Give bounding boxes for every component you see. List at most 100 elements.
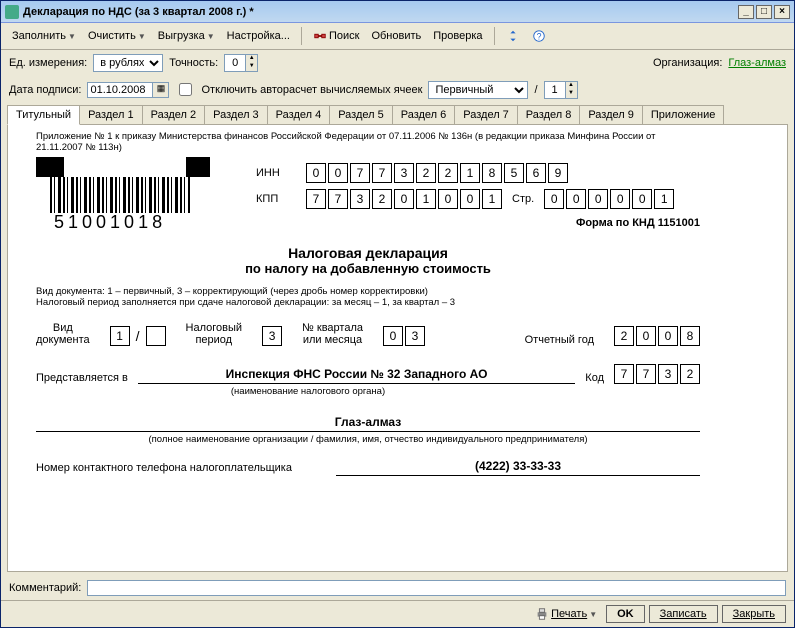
phone-value[interactable]: (4222) 33-33-33 xyxy=(336,459,700,476)
footer: Печать▼ OK Записать Закрыть xyxy=(1,600,794,627)
page-cell-3[interactable]: 0 xyxy=(610,189,630,209)
quarter-cell-1[interactable]: 3 xyxy=(405,326,425,346)
kpp-cell-4[interactable]: 0 xyxy=(394,189,414,209)
inn-label: ИНН xyxy=(256,167,296,179)
kpp-cell-0[interactable]: 7 xyxy=(306,189,326,209)
phone-label: Номер контактного телефона налогоплатель… xyxy=(36,462,336,474)
page-cell-4[interactable]: 0 xyxy=(632,189,652,209)
tab-7[interactable]: Раздел 7 xyxy=(454,105,518,124)
tab-0[interactable]: Титульный xyxy=(7,105,80,125)
note1: Вид документа: 1 – первичный, 3 – коррек… xyxy=(36,286,700,297)
code-cell-2[interactable]: 3 xyxy=(658,364,678,384)
quarter-cell-0[interactable]: 0 xyxy=(383,326,403,346)
doc-kind-label: Вид документа xyxy=(36,322,90,346)
unit-select[interactable]: в рублях xyxy=(93,54,163,72)
tab-5[interactable]: Раздел 5 xyxy=(329,105,393,124)
year-cell-3[interactable]: 8 xyxy=(680,326,700,346)
type-num-spin[interactable]: ▲▼ xyxy=(544,81,578,99)
inn-cell-5[interactable]: 2 xyxy=(416,163,436,183)
precision-label: Точность: xyxy=(169,57,218,69)
tab-2[interactable]: Раздел 2 xyxy=(142,105,206,124)
clear-button[interactable]: Очистить▼ xyxy=(83,27,151,45)
autocalc-checkbox[interactable] xyxy=(179,83,192,96)
help-button[interactable]: ? xyxy=(527,26,551,46)
kpp-cell-3[interactable]: 2 xyxy=(372,189,392,209)
date-field[interactable]: ▦ xyxy=(87,82,169,98)
kpp-cell-2[interactable]: 3 xyxy=(350,189,370,209)
inn-cell-10[interactable]: 6 xyxy=(526,163,546,183)
tab-4[interactable]: Раздел 4 xyxy=(267,105,331,124)
code-cell-3[interactable]: 2 xyxy=(680,364,700,384)
present-value[interactable]: Инспекция ФНС России № 32 Западного АО xyxy=(138,367,575,384)
autocalc-label: Отключить авторасчет вычисляемых ячеек xyxy=(201,84,422,96)
fill-button[interactable]: Заполнить▼ xyxy=(7,27,81,45)
tabs: ТитульныйРаздел 1Раздел 2Раздел 3Раздел … xyxy=(1,105,794,124)
tax-period-cell[interactable]: 3 xyxy=(262,326,282,346)
save-button[interactable]: Записать xyxy=(649,605,718,623)
inn-cell-2[interactable]: 7 xyxy=(350,163,370,183)
tab-9[interactable]: Раздел 9 xyxy=(579,105,643,124)
year-cell-1[interactable]: 0 xyxy=(636,326,656,346)
inn-cell-0[interactable]: 0 xyxy=(306,163,326,183)
year-cell-0[interactable]: 2 xyxy=(614,326,634,346)
kpp-cell-7[interactable]: 0 xyxy=(460,189,480,209)
inn-cell-11[interactable]: 9 xyxy=(548,163,568,183)
doc-kind-cell[interactable]: 1 xyxy=(110,326,130,346)
calendar-icon[interactable]: ▦ xyxy=(152,83,168,97)
spin-down[interactable]: ▼ xyxy=(565,90,577,98)
refresh-button[interactable]: Обновить xyxy=(366,27,426,45)
settings-button[interactable]: Настройка... xyxy=(222,27,295,45)
precision-input[interactable] xyxy=(225,55,245,71)
inn-cell-1[interactable]: 0 xyxy=(328,163,348,183)
sheet-scroll[interactable]: Приложение № 1 к приказу Министерства фи… xyxy=(8,125,787,571)
page-cell-2[interactable]: 0 xyxy=(588,189,608,209)
spin-up[interactable]: ▲ xyxy=(245,55,257,63)
doc-corr-cell[interactable] xyxy=(146,326,166,346)
year-cell-2[interactable]: 0 xyxy=(658,326,678,346)
minimize-button[interactable]: _ xyxy=(738,5,754,19)
spin-down[interactable]: ▼ xyxy=(245,63,257,71)
tab-8[interactable]: Раздел 8 xyxy=(517,105,581,124)
title-page: Приложение № 1 к приказу Министерства фи… xyxy=(8,125,728,498)
tab-10[interactable]: Приложение xyxy=(642,105,725,124)
tab-6[interactable]: Раздел 6 xyxy=(392,105,456,124)
search-button[interactable]: Поиск xyxy=(308,26,364,46)
close-button[interactable]: × xyxy=(774,5,790,19)
page-cell-5[interactable]: 1 xyxy=(654,189,674,209)
type-select[interactable]: Первичный xyxy=(428,81,528,99)
print-button[interactable]: Печать▼ xyxy=(530,604,602,624)
page-label: Стр. xyxy=(512,193,534,205)
org-name[interactable]: Глаз-алмаз xyxy=(36,411,700,432)
kpp-cell-8[interactable]: 1 xyxy=(482,189,502,209)
code-cell-1[interactable]: 7 xyxy=(636,364,656,384)
date-input[interactable] xyxy=(88,83,152,97)
code-cell-0[interactable]: 7 xyxy=(614,364,634,384)
year-label: Отчетный год xyxy=(525,334,594,346)
kpp-cell-5[interactable]: 1 xyxy=(416,189,436,209)
check-button[interactable]: Проверка xyxy=(428,27,487,45)
spin-up[interactable]: ▲ xyxy=(565,82,577,90)
expand-button[interactable] xyxy=(501,26,525,46)
inn-cell-7[interactable]: 1 xyxy=(460,163,480,183)
close-window-button[interactable]: Закрыть xyxy=(722,605,786,623)
comment-input[interactable] xyxy=(87,580,786,596)
page-cell-0[interactable]: 0 xyxy=(544,189,564,209)
maximize-button[interactable]: □ xyxy=(756,5,772,19)
kpp-cell-1[interactable]: 7 xyxy=(328,189,348,209)
inn-cell-6[interactable]: 2 xyxy=(438,163,458,183)
precision-spin[interactable]: ▲▼ xyxy=(224,54,258,72)
page-cells: 000001 xyxy=(544,189,674,209)
inn-cell-3[interactable]: 7 xyxy=(372,163,392,183)
kpp-cell-6[interactable]: 0 xyxy=(438,189,458,209)
page-cell-1[interactable]: 0 xyxy=(566,189,586,209)
ok-button[interactable]: OK xyxy=(606,605,645,623)
org-link[interactable]: Глаз-алмаз xyxy=(728,57,786,69)
export-button[interactable]: Выгрузка▼ xyxy=(153,27,220,45)
inn-cell-4[interactable]: 3 xyxy=(394,163,414,183)
inn-cell-8[interactable]: 8 xyxy=(482,163,502,183)
type-num-input[interactable] xyxy=(545,82,565,98)
titlebar: Декларация по НДС (за 3 квартал 2008 г.)… xyxy=(1,1,794,23)
tab-1[interactable]: Раздел 1 xyxy=(79,105,143,124)
tab-3[interactable]: Раздел 3 xyxy=(204,105,268,124)
inn-cell-9[interactable]: 5 xyxy=(504,163,524,183)
